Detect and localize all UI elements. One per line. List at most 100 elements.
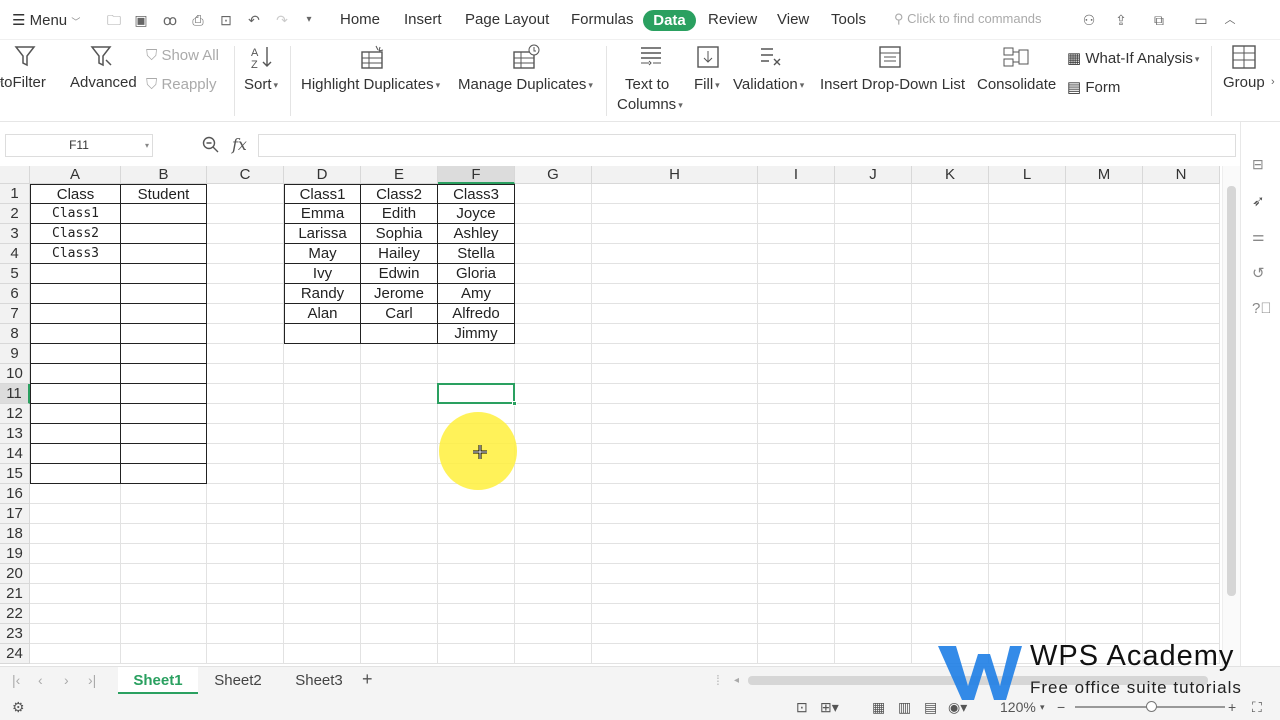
- pin-panel-icon[interactable]: ⊟: [1252, 156, 1270, 174]
- zoom-icon[interactable]: [202, 136, 220, 159]
- cell-i20[interactable]: [758, 564, 835, 584]
- share-user-icon[interactable]: ⚇: [1080, 11, 1098, 29]
- cell-h18[interactable]: [592, 524, 758, 544]
- cell-d1[interactable]: Class1: [284, 184, 361, 204]
- cell-j20[interactable]: [835, 564, 912, 584]
- cell-i3[interactable]: [758, 224, 835, 244]
- cell-c24[interactable]: [207, 644, 284, 664]
- cell-e1[interactable]: Class2: [361, 184, 438, 204]
- tab-insert[interactable]: Insert: [404, 11, 442, 28]
- cell-a16[interactable]: [30, 484, 121, 504]
- cell-n10[interactable]: [1143, 364, 1220, 384]
- cell-m10[interactable]: [1066, 364, 1143, 384]
- cell-d17[interactable]: [284, 504, 361, 524]
- cell-h16[interactable]: [592, 484, 758, 504]
- cell-c18[interactable]: [207, 524, 284, 544]
- cell-a4[interactable]: Class3: [30, 244, 121, 264]
- cell-c13[interactable]: [207, 424, 284, 444]
- cell-a20[interactable]: [30, 564, 121, 584]
- cell-g16[interactable]: [515, 484, 592, 504]
- formula-input[interactable]: [258, 134, 1236, 157]
- cell-h8[interactable]: [592, 324, 758, 344]
- cell-h22[interactable]: [592, 604, 758, 624]
- sheet-tab-sheet1[interactable]: Sheet1: [118, 667, 198, 694]
- row-header-23[interactable]: 23: [0, 624, 30, 644]
- cell-i5[interactable]: [758, 264, 835, 284]
- column-header-g[interactable]: G: [515, 166, 592, 184]
- cell-h5[interactable]: [592, 264, 758, 284]
- cell-k9[interactable]: [912, 344, 989, 364]
- cell-a15[interactable]: [30, 464, 121, 484]
- row-header-13[interactable]: 13: [0, 424, 30, 444]
- cell-g1[interactable]: [515, 184, 592, 204]
- cell-i10[interactable]: [758, 364, 835, 384]
- cell-g9[interactable]: [515, 344, 592, 364]
- cell-f22[interactable]: [438, 604, 515, 624]
- cell-f8[interactable]: Jimmy: [438, 324, 515, 344]
- cell-a24[interactable]: [30, 644, 121, 664]
- cell-g14[interactable]: [515, 444, 592, 464]
- cell-b13[interactable]: [121, 424, 207, 444]
- cell-j8[interactable]: [835, 324, 912, 344]
- cell-d18[interactable]: [284, 524, 361, 544]
- cell-a8[interactable]: [30, 324, 121, 344]
- undo-icon[interactable]: ↶: [245, 11, 263, 29]
- column-header-e[interactable]: E: [361, 166, 438, 184]
- cell-e11[interactable]: [361, 384, 438, 404]
- cell-e17[interactable]: [361, 504, 438, 524]
- validation-button[interactable]: Validation ▾: [733, 76, 804, 93]
- cell-b5[interactable]: [121, 264, 207, 284]
- settings-slider-icon[interactable]: ⚌: [1252, 228, 1270, 246]
- add-sheet-icon[interactable]: +: [362, 669, 373, 690]
- cell-k15[interactable]: [912, 464, 989, 484]
- cell-l8[interactable]: [989, 324, 1066, 344]
- cell-h21[interactable]: [592, 584, 758, 604]
- cell-c8[interactable]: [207, 324, 284, 344]
- cell-d10[interactable]: [284, 364, 361, 384]
- help-icon[interactable]: ?⃝: [1252, 300, 1272, 318]
- cell-i8[interactable]: [758, 324, 835, 344]
- cell-n20[interactable]: [1143, 564, 1220, 584]
- cell-h3[interactable]: [592, 224, 758, 244]
- column-header-m[interactable]: M: [1066, 166, 1143, 184]
- cell-h9[interactable]: [592, 344, 758, 364]
- manage-duplicates-button[interactable]: Manage Duplicates ▾: [458, 76, 593, 93]
- cell-d13[interactable]: [284, 424, 361, 444]
- cell-c22[interactable]: [207, 604, 284, 624]
- cell-h17[interactable]: [592, 504, 758, 524]
- row-header-19[interactable]: 19: [0, 544, 30, 564]
- cell-n11[interactable]: [1143, 384, 1220, 404]
- cell-i18[interactable]: [758, 524, 835, 544]
- sort-button[interactable]: Sort ▾: [244, 76, 278, 93]
- save-icon[interactable]: ▣: [132, 11, 150, 29]
- cell-g17[interactable]: [515, 504, 592, 524]
- cell-c12[interactable]: [207, 404, 284, 424]
- cell-d2[interactable]: Emma: [284, 204, 361, 224]
- cell-l20[interactable]: [989, 564, 1066, 584]
- cell-f24[interactable]: [438, 644, 515, 664]
- cell-e19[interactable]: [361, 544, 438, 564]
- text-to-columns-button[interactable]: Columns ▾: [617, 96, 683, 113]
- cell-a18[interactable]: [30, 524, 121, 544]
- cell-e10[interactable]: [361, 364, 438, 384]
- first-sheet-icon[interactable]: |‹: [12, 672, 20, 688]
- cell-c4[interactable]: [207, 244, 284, 264]
- column-header-h[interactable]: H: [592, 166, 758, 184]
- cell-j18[interactable]: [835, 524, 912, 544]
- cell-e5[interactable]: Edwin: [361, 264, 438, 284]
- cell-l6[interactable]: [989, 284, 1066, 304]
- row-header-24[interactable]: 24: [0, 644, 30, 664]
- cell-g6[interactable]: [515, 284, 592, 304]
- cell-b7[interactable]: [121, 304, 207, 324]
- text-to-columns-button-line1[interactable]: Text to: [625, 76, 669, 93]
- cell-j10[interactable]: [835, 364, 912, 384]
- cell-m1[interactable]: [1066, 184, 1143, 204]
- cell-m2[interactable]: [1066, 204, 1143, 224]
- cell-i16[interactable]: [758, 484, 835, 504]
- cell-k19[interactable]: [912, 544, 989, 564]
- cell-m15[interactable]: [1066, 464, 1143, 484]
- cell-e3[interactable]: Sophia: [361, 224, 438, 244]
- cell-j6[interactable]: [835, 284, 912, 304]
- cell-g12[interactable]: [515, 404, 592, 424]
- cell-n5[interactable]: [1143, 264, 1220, 284]
